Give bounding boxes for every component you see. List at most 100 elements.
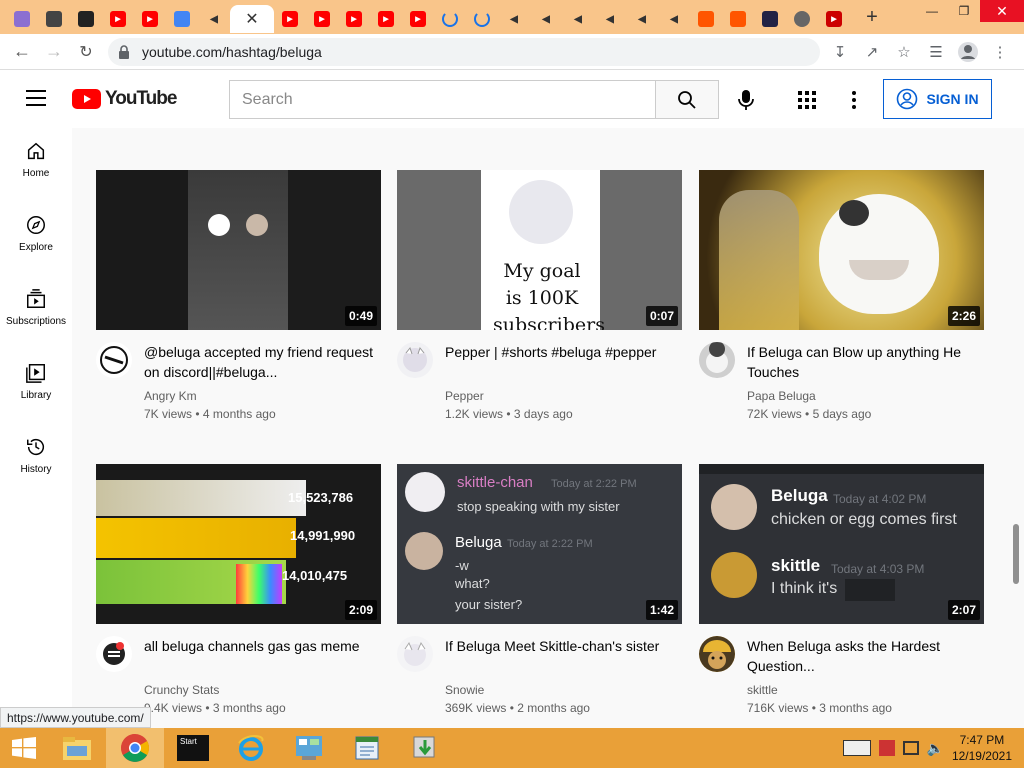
sidebar-item-home[interactable]: Home — [0, 122, 72, 196]
video-card[interactable]: 2:26 If Beluga can Blow up anything He T… — [699, 170, 984, 421]
browser-tab[interactable]: ▶ — [818, 5, 850, 33]
search-button[interactable] — [656, 80, 719, 119]
keyboard-icon[interactable] — [842, 740, 871, 756]
browser-tab[interactable] — [6, 5, 38, 33]
browser-menu-icon[interactable]: ⋮ — [986, 38, 1014, 66]
address-bar[interactable]: youtube.com/hashtag/beluga — [108, 38, 820, 66]
channel-avatar[interactable] — [699, 636, 735, 672]
video-thumbnail[interactable]: Beluga Today at 4:02 PM chicken or egg c… — [699, 464, 984, 624]
network-icon[interactable] — [902, 741, 919, 755]
browser-tab[interactable] — [754, 5, 786, 33]
youtube-logo[interactable]: YouTube — [72, 88, 177, 110]
search-input[interactable]: Search — [229, 80, 656, 119]
video-thumbnail[interactable]: skittle-chan Today at 2:22 PM stop speak… — [397, 464, 682, 624]
sidebar-item-history[interactable]: History — [0, 418, 72, 492]
video-card[interactable]: My goal is 100K subscribers 0:07 Pepper … — [397, 170, 682, 421]
video-title[interactable]: Pepper | #shorts #beluga #pepper — [445, 342, 675, 362]
video-thumbnail[interactable]: 2:26 — [699, 170, 984, 330]
video-thumbnail[interactable]: 15,523,786 14,991,990 14,010,475 2:09 — [96, 464, 381, 624]
link-status-url: https://www.youtube.com/ — [0, 707, 151, 728]
browser-tab[interactable]: ▶ — [102, 5, 134, 33]
chrome-taskbar-icon[interactable] — [106, 728, 164, 768]
hamburger-menu-icon[interactable] — [26, 90, 46, 106]
bookmark-star-icon[interactable]: ☆ — [890, 38, 918, 66]
channel-name[interactable]: Angry Km — [144, 389, 197, 403]
browser-tab[interactable]: ▶ — [338, 5, 370, 33]
browser-tab[interactable]: ◀ — [594, 5, 626, 33]
forward-button[interactable]: → — [38, 36, 70, 68]
browser-tab[interactable] — [722, 5, 754, 33]
browser-tab[interactable]: ◀ — [658, 5, 690, 33]
video-card[interactable]: Beluga Today at 4:02 PM chicken or egg c… — [699, 464, 984, 715]
start-app-icon[interactable]: Start — [164, 728, 222, 768]
browser-tab[interactable]: ◀ — [626, 5, 658, 33]
browser-tab[interactable] — [690, 5, 722, 33]
browser-tab[interactable]: ◀ — [530, 5, 562, 33]
channel-name[interactable]: skittle — [747, 683, 778, 697]
settings-menu-icon[interactable] — [842, 88, 866, 112]
browser-tab[interactable]: ▶ — [306, 5, 338, 33]
video-thumbnail[interactable]: My goal is 100K subscribers 0:07 — [397, 170, 682, 330]
sidebar-item-library[interactable]: Library — [0, 344, 72, 418]
channel-avatar[interactable] — [397, 636, 433, 672]
page-scrollbar[interactable] — [1008, 128, 1024, 728]
install-app-icon[interactable]: ↧ — [826, 38, 854, 66]
browser-tab[interactable] — [38, 5, 70, 33]
video-card[interactable]: 15,523,786 14,991,990 14,010,475 2:09 al… — [96, 464, 381, 715]
channel-name[interactable]: Snowie — [445, 683, 484, 697]
new-tab-button[interactable]: + — [858, 6, 886, 29]
video-title[interactable]: If Beluga Meet Skittle-chan's sister — [445, 636, 675, 656]
video-title[interactable]: @beluga accepted my friend request on di… — [144, 342, 374, 382]
restore-button[interactable]: ❐ — [948, 0, 980, 22]
sidebar-item-explore[interactable]: Explore — [0, 196, 72, 270]
minimize-button[interactable]: — — [916, 0, 948, 22]
file-explorer-icon[interactable] — [48, 728, 106, 768]
notepad-app-icon[interactable] — [338, 728, 396, 768]
browser-tab[interactable] — [166, 5, 198, 33]
browser-tab[interactable]: ▶ — [370, 5, 402, 33]
browser-tab[interactable] — [434, 5, 466, 33]
browser-tab[interactable]: ▶ — [274, 5, 306, 33]
windows-start-button[interactable] — [0, 728, 48, 768]
scrollbar-thumb[interactable] — [1013, 524, 1019, 584]
browser-tab[interactable]: ◀ — [562, 5, 594, 33]
browser-tab[interactable] — [466, 5, 498, 33]
video-title[interactable]: all beluga channels gas gas meme — [144, 636, 374, 656]
video-card[interactable]: 0:49 @beluga accepted my friend request … — [96, 170, 381, 421]
volume-icon[interactable]: 🔈 — [927, 740, 944, 757]
sign-in-button[interactable]: SIGN IN — [883, 79, 992, 119]
close-window-button[interactable]: ✕ — [980, 0, 1024, 22]
channel-name[interactable]: Pepper — [445, 389, 484, 403]
media-queue-icon[interactable]: ☰ — [922, 38, 950, 66]
channel-avatar[interactable] — [96, 342, 132, 378]
close-tab-icon[interactable]: ✕ — [244, 11, 260, 28]
browser-tab[interactable] — [70, 5, 102, 33]
back-button[interactable]: ← — [6, 36, 38, 68]
video-title[interactable]: If Beluga can Blow up anything He Touche… — [747, 342, 977, 382]
control-panel-icon[interactable] — [280, 728, 338, 768]
browser-tab[interactable] — [786, 5, 818, 33]
channel-name[interactable]: Papa Beluga — [747, 389, 816, 403]
browser-tab[interactable]: ▶ — [402, 5, 434, 33]
download-app-icon[interactable] — [396, 728, 454, 768]
system-clock[interactable]: 7:47 PM 12/19/2021 — [952, 732, 1012, 764]
active-browser-tab[interactable]: ✕ — [230, 5, 274, 33]
video-card[interactable]: skittle-chan Today at 2:22 PM stop speak… — [397, 464, 682, 715]
sidebar-item-subscriptions[interactable]: Subscriptions — [0, 270, 72, 344]
browser-tab[interactable]: ▶ — [134, 5, 166, 33]
reload-button[interactable]: ↻ — [70, 36, 102, 68]
action-center-icon[interactable] — [878, 740, 895, 756]
channel-avatar[interactable] — [699, 342, 735, 378]
voice-search-button[interactable] — [732, 86, 760, 114]
channel-avatar[interactable] — [397, 342, 433, 378]
browser-tab[interactable]: ◀ — [498, 5, 530, 33]
video-title[interactable]: When Beluga asks the Hardest Question... — [747, 636, 977, 676]
browser-tab[interactable]: ◀ — [198, 5, 230, 33]
channel-avatar[interactable] — [96, 636, 132, 672]
share-icon[interactable]: ↗ — [858, 38, 886, 66]
internet-explorer-icon[interactable] — [222, 728, 280, 768]
channel-name[interactable]: Crunchy Stats — [144, 683, 219, 697]
profile-icon[interactable] — [954, 38, 982, 66]
video-thumbnail[interactable]: 0:49 — [96, 170, 381, 330]
apps-grid-icon[interactable] — [796, 89, 818, 111]
